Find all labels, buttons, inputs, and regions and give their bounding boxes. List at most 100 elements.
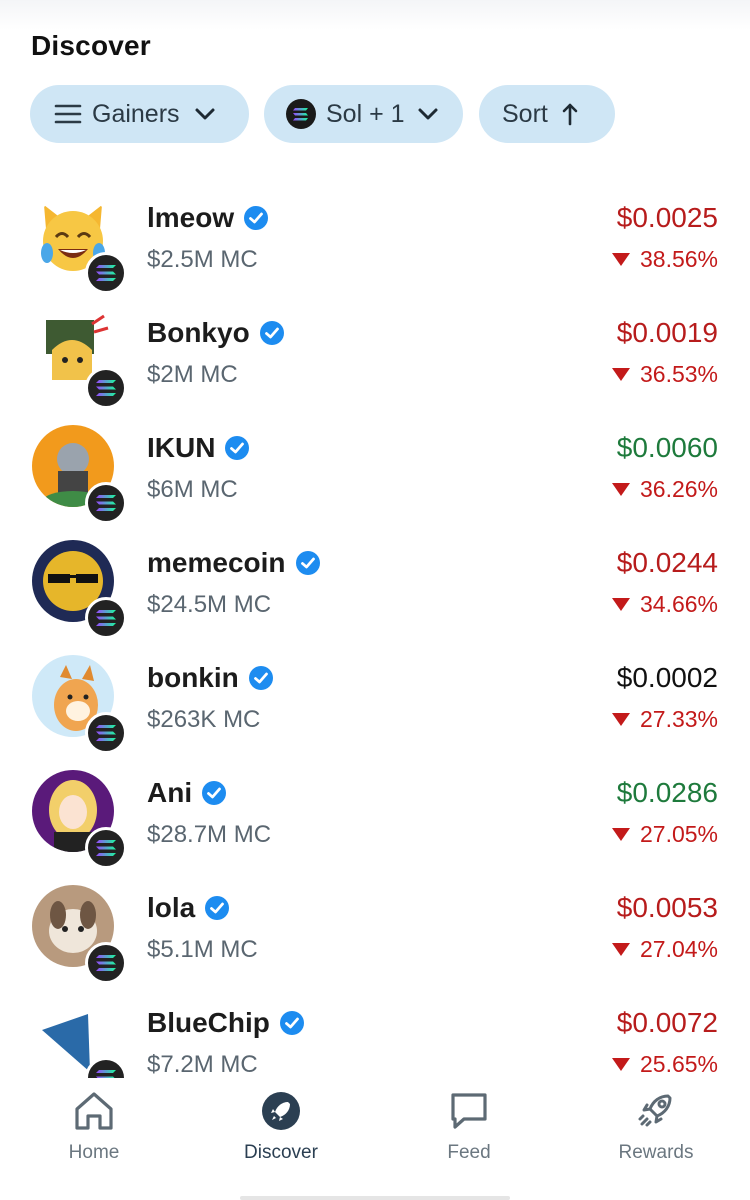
- triangle-down-icon: [611, 253, 630, 266]
- token-list: lmeow $2.5M MC $0.0025 38.56% Bonkyo $2M…: [0, 160, 750, 1078]
- gainers-filter-button[interactable]: Gainers: [30, 85, 249, 143]
- home-indicator: [240, 1196, 510, 1200]
- price-change-value: 38.56%: [639, 246, 718, 272]
- market-cap: $24.5M MC: [147, 591, 272, 618]
- rocket-icon: [211, 1088, 351, 1134]
- token-name-row: memecoin: [147, 547, 321, 579]
- solana-chain-badge: [85, 942, 127, 984]
- verified-icon: [204, 895, 230, 921]
- solana-chain-badge: [85, 252, 127, 294]
- market-cap: $2M MC: [147, 361, 238, 388]
- nav-home-label: Home: [68, 1142, 120, 1163]
- price-change-value: 36.26%: [639, 476, 718, 502]
- token-price: $0.0244: [616, 547, 718, 578]
- token-row-bonkyo[interactable]: Bonkyo $2M MC $0.0019 36.53%: [0, 303, 750, 418]
- token-name-row: lola: [147, 892, 230, 924]
- token-name-row: lmeow: [147, 202, 269, 234]
- price-change: 27.04%: [611, 936, 718, 963]
- price-change: 27.05%: [611, 821, 718, 848]
- verified-icon: [243, 205, 269, 231]
- chat-bubble-icon: [399, 1088, 539, 1134]
- home-icon: [24, 1088, 164, 1134]
- triangle-down-icon: [611, 943, 630, 956]
- verified-icon: [248, 665, 274, 691]
- verified-icon: [279, 1010, 305, 1036]
- market-cap: $2.5M MC: [147, 246, 258, 273]
- bottom-nav: Home Discover Feed Rewards: [0, 1078, 750, 1200]
- solana-chain-badge: [85, 597, 127, 639]
- token-row-lmeow[interactable]: lmeow $2.5M MC $0.0025 38.56%: [0, 188, 750, 303]
- token-row-bluechip[interactable]: BlueChip $7.2M MC $0.0072 25.65%: [0, 993, 750, 1078]
- market-cap: $28.7M MC: [147, 821, 272, 848]
- nav-feed[interactable]: Feed: [399, 1088, 539, 1164]
- token-row-lola[interactable]: lola $5.1M MC $0.0053 27.04%: [0, 878, 750, 993]
- rocket-outline-icon: [586, 1088, 726, 1134]
- token-name-row: bonkin: [147, 662, 274, 694]
- token-name: Ani: [147, 777, 193, 808]
- token-row-memecoin[interactable]: memecoin $24.5M MC $0.0244 34.66%: [0, 533, 750, 648]
- price-change: 25.65%: [611, 1051, 718, 1078]
- token-name: memecoin: [147, 547, 286, 578]
- token-row-ani[interactable]: Ani $28.7M MC $0.0286 27.05%: [0, 763, 750, 878]
- nav-home[interactable]: Home: [24, 1088, 164, 1164]
- status-area: [0, 0, 750, 30]
- token-name-row: BlueChip: [147, 1007, 305, 1039]
- solana-chain-badge: [85, 827, 127, 869]
- token-name: bonkin: [147, 662, 239, 693]
- arrow-up-icon: [562, 102, 578, 126]
- price-change-value: 25.65%: [639, 1051, 718, 1077]
- price-change-value: 27.04%: [639, 936, 718, 962]
- verified-icon: [295, 550, 321, 576]
- triangle-down-icon: [611, 598, 630, 611]
- chevron-down-icon: [417, 107, 439, 121]
- gainers-filter-label: Gainers: [92, 99, 180, 128]
- solana-icon: [286, 99, 316, 129]
- price-change-value: 34.66%: [639, 591, 718, 617]
- verified-icon: [201, 780, 227, 806]
- token-row-bonkin[interactable]: bonkin $263K MC $0.0002 27.33%: [0, 648, 750, 763]
- token-name: BlueChip: [147, 1007, 270, 1038]
- token-name-row: Bonkyo: [147, 317, 285, 349]
- nav-feed-label: Feed: [447, 1142, 491, 1163]
- token-name: lola: [147, 892, 196, 923]
- token-price: $0.0060: [616, 432, 718, 463]
- price-change: 27.33%: [611, 706, 718, 733]
- token-name: IKUN: [147, 432, 216, 463]
- token-price: $0.0072: [616, 1007, 718, 1038]
- solana-chain-badge: [85, 482, 127, 524]
- solana-chain-badge: [85, 367, 127, 409]
- token-name: lmeow: [147, 202, 235, 233]
- token-name-row: IKUN: [147, 432, 250, 464]
- menu-icon: [54, 103, 82, 125]
- sort-label: Sort: [502, 99, 548, 128]
- triangle-down-icon: [611, 1058, 630, 1071]
- token-name: Bonkyo: [147, 317, 250, 348]
- token-name-row: Ani: [147, 777, 227, 809]
- price-change-value: 27.33%: [639, 706, 718, 732]
- verified-icon: [224, 435, 250, 461]
- triangle-down-icon: [611, 368, 630, 381]
- solana-chain-badge: [85, 712, 127, 754]
- market-cap: $7.2M MC: [147, 1051, 258, 1078]
- price-change-value: 27.05%: [639, 821, 718, 847]
- market-cap: $263K MC: [147, 706, 261, 733]
- token-row-ikun[interactable]: IKUN $6M MC $0.0060 36.26%: [0, 418, 750, 533]
- price-change: 36.26%: [611, 476, 718, 503]
- triangle-down-icon: [611, 828, 630, 841]
- token-price: $0.0286: [616, 777, 718, 808]
- token-price: $0.0053: [616, 892, 718, 923]
- chain-filter-label: Sol + 1: [326, 99, 405, 128]
- token-price: $0.0002: [616, 662, 718, 693]
- triangle-down-icon: [611, 713, 630, 726]
- price-change-value: 36.53%: [639, 361, 718, 387]
- nav-rewards-label: Rewards: [618, 1142, 694, 1163]
- page-title: Discover: [31, 30, 151, 61]
- token-price: $0.0019: [616, 317, 718, 348]
- nav-rewards[interactable]: Rewards: [586, 1088, 726, 1164]
- chain-filter-button[interactable]: Sol + 1: [264, 85, 463, 143]
- sort-button[interactable]: Sort: [479, 85, 615, 143]
- chevron-down-icon: [194, 107, 216, 121]
- nav-discover[interactable]: Discover: [211, 1088, 351, 1164]
- price-change: 34.66%: [611, 591, 718, 618]
- price-change: 36.53%: [611, 361, 718, 388]
